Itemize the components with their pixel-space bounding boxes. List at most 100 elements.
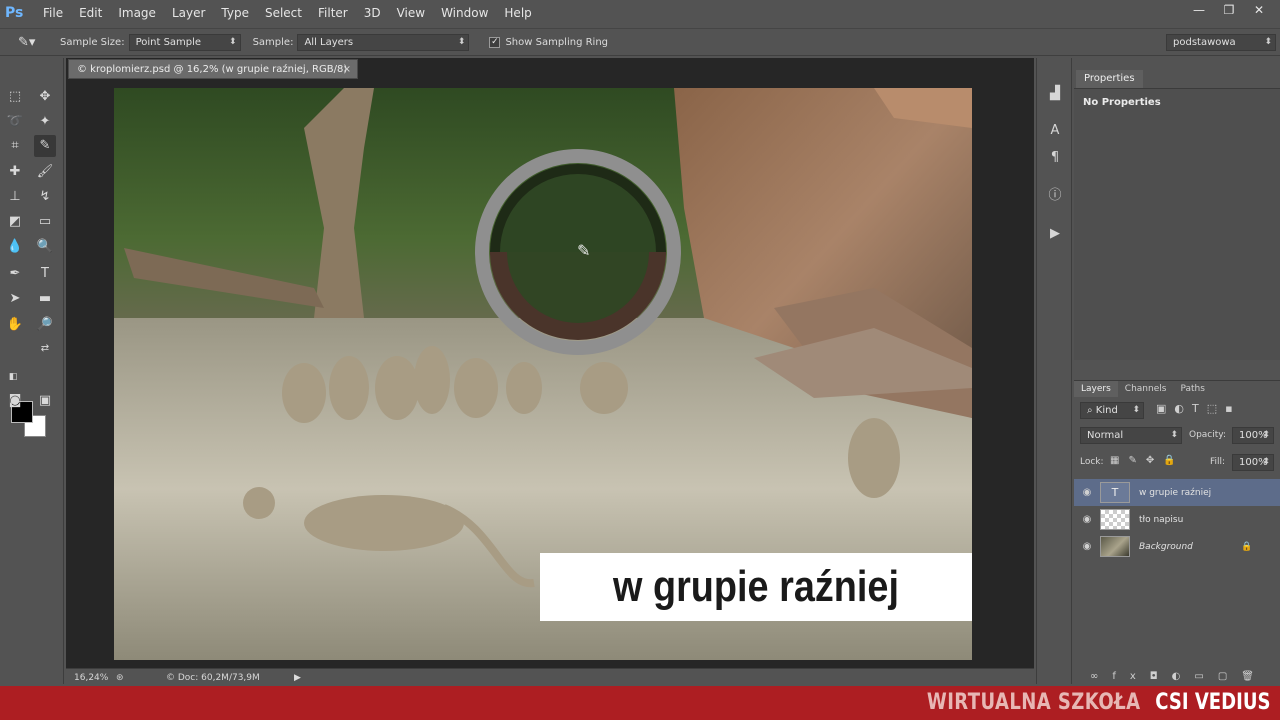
brush-icon[interactable]: 🖌 xyxy=(34,161,56,183)
layer-row[interactable]: ◉ tło napisu xyxy=(1074,506,1280,533)
branding-banner: WIRTUALNA SZKOŁA CSI VEDIUS xyxy=(0,686,1280,720)
layers-panel: Layers Channels Paths ⌕ Kind ▣◐T⬚▪ Norma… xyxy=(1074,380,1280,684)
sampling-ring-label: Show Sampling Ring xyxy=(505,36,609,48)
character-icon[interactable]: A xyxy=(1045,121,1065,141)
document-tab-title: © kroplomierz.psd @ 16,2% (w grupie raźn… xyxy=(77,64,348,75)
opacity-field[interactable]: 100% xyxy=(1232,427,1274,444)
layer-row[interactable]: ◉ Background 🔒 xyxy=(1074,533,1280,560)
tab-paths[interactable]: Paths xyxy=(1173,381,1211,397)
menu-help[interactable]: Help xyxy=(496,0,539,26)
menu-bar: Ps File Edit Image Layer Type Select Fil… xyxy=(0,0,1280,26)
lock-icon: 🔒 xyxy=(1241,541,1253,552)
healing-brush-icon[interactable]: ✚ xyxy=(4,161,26,183)
sample-dropdown[interactable]: All Layers xyxy=(297,33,470,51)
tab-properties[interactable]: Properties xyxy=(1076,70,1143,88)
screen-mode-icon[interactable]: ▣ xyxy=(34,390,56,412)
visibility-eye-icon[interactable]: ◉ xyxy=(1074,487,1100,498)
rectangle-icon[interactable]: ▬ xyxy=(34,288,56,310)
layer-filter-dropdown[interactable]: ⌕ Kind xyxy=(1080,402,1144,419)
path-selection-icon[interactable]: ➤ xyxy=(4,288,26,310)
fill-field[interactable]: 100% xyxy=(1232,454,1274,471)
eraser-icon[interactable]: ◩ xyxy=(4,211,26,233)
menu-filter[interactable]: Filter xyxy=(310,0,356,26)
gradient-icon[interactable]: ▭ xyxy=(34,211,56,233)
sample-size-dropdown[interactable]: Point Sample xyxy=(128,33,241,51)
tools-panel: ⬚ ✥ ➰ ✦ ⌗ ✎ ✚ 🖌 ⊥ ↯ ◩ ▭ 💧 🔍 ✒ T ➤ ▬ ✋ 🔎 … xyxy=(0,58,64,684)
banner-brand: CSI VEDIUS xyxy=(1154,690,1270,715)
sampling-ring-checkbox[interactable]: ✓ xyxy=(489,36,501,48)
layer-row[interactable]: ◉ T w grupie raźniej xyxy=(1074,479,1280,506)
search-icon: ⌕ xyxy=(1087,405,1096,416)
blend-mode-dropdown[interactable]: Normal xyxy=(1080,427,1182,444)
lock-icons[interactable]: ▦✎✥🔒 xyxy=(1110,455,1185,466)
layer-name: w grupie raźniej xyxy=(1139,487,1212,498)
clone-stamp-icon[interactable]: ⊥ xyxy=(4,186,26,208)
actions-icon[interactable]: ▶ xyxy=(1045,224,1065,244)
layers-tabs: Layers Channels Paths xyxy=(1074,381,1212,397)
pixel-layer-thumbnail xyxy=(1100,509,1130,530)
caption-text: w grupie raźniej xyxy=(613,562,899,611)
menu-items: File Edit Image Layer Type Select Filter… xyxy=(35,0,540,26)
layers-footer-icons[interactable]: ∞fx◘◐▭▢🗑 xyxy=(1090,671,1268,682)
type-icon[interactable]: T xyxy=(34,263,56,285)
blur-icon[interactable]: 💧 xyxy=(4,236,26,258)
layer-filter-value: Kind xyxy=(1095,405,1118,416)
visibility-eye-icon[interactable]: ◉ xyxy=(1074,541,1100,552)
dodge-icon[interactable]: 🔍 xyxy=(34,236,56,258)
layer-name: Background xyxy=(1139,541,1193,552)
no-properties-text: No Properties xyxy=(1083,97,1161,108)
menu-edit[interactable]: Edit xyxy=(71,0,110,26)
status-bar: 16,24% ⊛ © Doc: 60,2M/73,9M ▶ xyxy=(66,668,1034,686)
close-button[interactable]: ✕ xyxy=(1244,0,1274,20)
eyedropper-preset-icon[interactable]: ✎▾ xyxy=(18,35,46,50)
marquee-icon[interactable]: ⬚ xyxy=(4,86,26,108)
layer-name: tło napisu xyxy=(1139,514,1184,525)
fill-label: Fill: xyxy=(1210,457,1226,467)
document-tab[interactable]: © kroplomierz.psd @ 16,2% (w grupie raźn… xyxy=(68,59,358,79)
properties-panel: Properties No Properties xyxy=(1074,68,1280,380)
info-icon[interactable]: ⓘ xyxy=(1045,186,1065,206)
menu-view[interactable]: View xyxy=(389,0,433,26)
tab-channels[interactable]: Channels xyxy=(1118,381,1174,397)
move-icon[interactable]: ✥ xyxy=(34,86,56,108)
swap-colors-icon[interactable]: ⇄ xyxy=(34,338,56,360)
default-colors-icon[interactable]: ◧ xyxy=(2,366,24,388)
menu-select[interactable]: Select xyxy=(257,0,310,26)
history-brush-icon[interactable]: ↯ xyxy=(34,186,56,208)
close-document-icon[interactable]: × xyxy=(343,60,351,80)
zoom-level[interactable]: 16,24% xyxy=(74,673,116,683)
crop-icon[interactable]: ⌗ xyxy=(4,135,26,157)
doc-size: © Doc: 60,2M/73,9M xyxy=(166,672,260,683)
quick-mask-icon[interactable]: ◙ xyxy=(4,390,26,412)
lock-label: Lock: xyxy=(1080,457,1104,467)
workspace-dropdown[interactable]: podstawowa xyxy=(1166,34,1276,51)
hand-icon[interactable]: ✋ xyxy=(4,314,26,336)
eyedropper-icon[interactable]: ✎ xyxy=(34,135,56,157)
menu-window[interactable]: Window xyxy=(433,0,496,26)
histogram-icon[interactable]: ▟ xyxy=(1045,84,1065,104)
visibility-eye-icon[interactable]: ◉ xyxy=(1074,514,1100,525)
magic-wand-icon[interactable]: ✦ xyxy=(34,111,56,133)
maximize-button[interactable]: ❐ xyxy=(1214,0,1244,20)
minimize-button[interactable]: — xyxy=(1184,0,1214,20)
eyedropper-cursor-icon: ✎ xyxy=(577,241,591,260)
status-menu-arrow-icon[interactable]: ▶ xyxy=(294,673,301,683)
menu-file[interactable]: File xyxy=(35,0,71,26)
background-layer-thumbnail xyxy=(1100,536,1130,557)
text-layer-thumbnail: T xyxy=(1100,482,1130,503)
panel-icon-strip: ▟ A ¶ ⓘ ▶ xyxy=(1036,58,1072,684)
app-logo: Ps xyxy=(5,5,24,21)
paragraph-icon[interactable]: ¶ xyxy=(1045,148,1065,168)
image-canvas[interactable]: w grupie raźniej ✎ xyxy=(114,88,972,660)
status-icon[interactable]: ⊛ xyxy=(116,673,136,683)
menu-layer[interactable]: Layer xyxy=(164,0,213,26)
tab-layers[interactable]: Layers xyxy=(1074,381,1118,397)
lasso-icon[interactable]: ➰ xyxy=(4,111,26,133)
menu-image[interactable]: Image xyxy=(110,0,164,26)
layer-filter-icons[interactable]: ▣◐T⬚▪ xyxy=(1156,402,1241,415)
menu-type[interactable]: Type xyxy=(213,0,257,26)
opacity-label: Opacity: xyxy=(1189,430,1226,440)
menu-3d[interactable]: 3D xyxy=(356,0,389,26)
zoom-icon[interactable]: 🔎 xyxy=(34,314,56,336)
pen-icon[interactable]: ✒ xyxy=(4,263,26,285)
